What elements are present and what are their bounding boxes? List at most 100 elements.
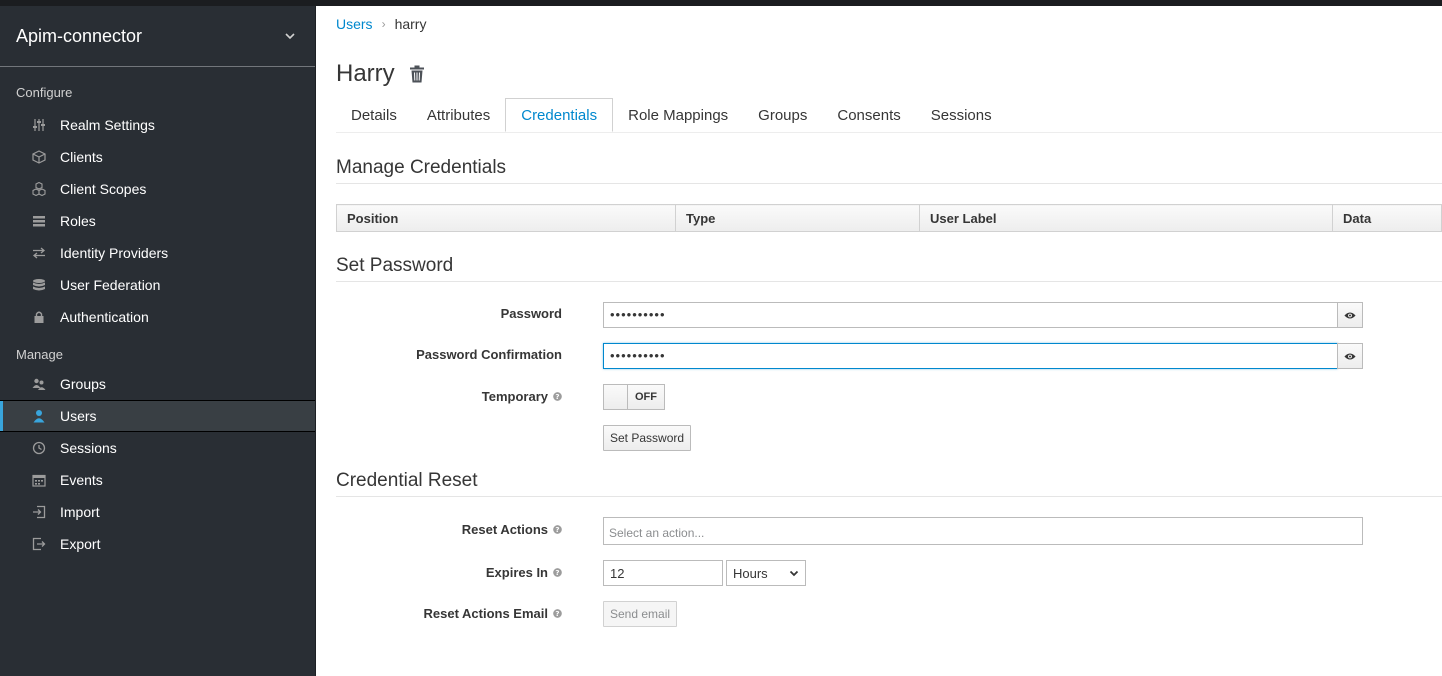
divider <box>336 496 1442 497</box>
set-password-button[interactable]: Set Password <box>603 425 692 451</box>
sidebar-item-events[interactable]: Events <box>0 464 315 496</box>
svg-text:?: ? <box>555 525 559 534</box>
configure-nav: Realm Settings Clients Client Scopes Rol… <box>0 109 315 333</box>
sidebar-item-users[interactable]: Users <box>0 400 315 432</box>
sidebar-item-roles[interactable]: Roles <box>0 205 315 237</box>
calendar-icon <box>32 473 46 487</box>
sidebar-item-label: Import <box>60 504 100 520</box>
help-icon[interactable]: ? <box>553 609 562 618</box>
sidebar-item-label: Roles <box>60 213 96 229</box>
expires-in-label-text: Expires In <box>485 565 548 580</box>
password-confirmation-label: Password Confirmation <box>416 347 562 362</box>
sidebar-item-label: Export <box>60 536 101 552</box>
breadcrumb-separator-icon: › <box>381 17 386 31</box>
sidebar-item-label: User Federation <box>60 277 161 293</box>
column-header-type[interactable]: Type <box>675 204 920 232</box>
sidebar-item-label: Authentication <box>60 309 149 325</box>
database-icon <box>32 278 46 292</box>
toggle-state: OFF <box>628 385 664 409</box>
sidebar-item-label: Users <box>60 408 97 424</box>
user-tabs: Details Attributes Credentials Role Mapp… <box>336 98 1442 133</box>
expires-unit-value: Hours <box>733 565 768 581</box>
cube-icon <box>32 150 46 164</box>
svg-text:?: ? <box>555 609 559 618</box>
trash-icon[interactable] <box>409 65 425 83</box>
reset-actions-select[interactable]: Select an action... <box>603 517 1363 545</box>
chevron-down-icon <box>789 566 799 581</box>
show-password-button[interactable] <box>1337 302 1363 328</box>
manage-section-title: Manage <box>16 347 63 362</box>
help-icon[interactable]: ? <box>553 568 562 577</box>
expires-in-input[interactable]: 12 <box>603 560 723 586</box>
sidebar-item-user-federation[interactable]: User Federation <box>0 269 315 301</box>
configure-section-title: Configure <box>16 85 73 100</box>
export-icon <box>32 537 46 551</box>
sidebar-item-label: Events <box>60 472 103 488</box>
help-icon[interactable]: ? <box>553 392 562 401</box>
lock-icon <box>32 310 46 324</box>
tab-sessions[interactable]: Sessions <box>916 98 1007 133</box>
tab-credentials[interactable]: Credentials <box>505 98 614 132</box>
sidebar-item-import[interactable]: Import <box>0 496 315 528</box>
eye-icon <box>1344 353 1356 359</box>
page-header: Harry <box>336 60 425 88</box>
column-header-position[interactable]: Position <box>336 204 676 232</box>
manage-credentials-title: Manage Credentials <box>336 157 507 178</box>
sidebar-item-identity-providers[interactable]: Identity Providers <box>0 237 315 269</box>
toggle-knob <box>604 385 628 409</box>
reset-actions-email-label: Reset Actions Email ? <box>423 606 562 621</box>
tab-details[interactable]: Details <box>336 98 412 133</box>
sidebar-item-label: Realm Settings <box>60 117 155 133</box>
sliders-icon <box>32 118 46 132</box>
manage-nav: Groups Users Sessions Events Import Expo… <box>0 368 315 560</box>
credential-reset-title: Credential Reset <box>336 470 478 491</box>
import-icon <box>32 505 46 519</box>
column-header-user-label[interactable]: User Label <box>919 204 1333 232</box>
sidebar-item-sessions[interactable]: Sessions <box>0 432 315 464</box>
reset-actions-label: Reset Actions ? <box>462 522 562 537</box>
svg-text:?: ? <box>555 568 559 577</box>
tab-attributes[interactable]: Attributes <box>412 98 505 133</box>
page-title: Harry <box>336 60 395 87</box>
reset-actions-label-text: Reset Actions <box>461 522 548 537</box>
password-confirmation-label-text: Password Confirmation <box>416 347 562 362</box>
sidebar-item-label: Sessions <box>60 440 117 456</box>
credentials-table: Position Type User Label Data <box>336 204 1442 232</box>
password-label: Password <box>501 306 562 321</box>
user-icon <box>32 409 46 423</box>
breadcrumb-users-link[interactable]: Users <box>336 16 373 32</box>
divider <box>336 183 1442 184</box>
chevron-down-icon <box>283 29 297 43</box>
password-field[interactable]: •••••••••• <box>603 302 1338 328</box>
sidebar-item-export[interactable]: Export <box>0 528 315 560</box>
realm-name: Apim-connector <box>16 25 143 46</box>
temporary-toggle[interactable]: OFF <box>603 384 665 410</box>
sidebar-item-groups[interactable]: Groups <box>0 368 315 400</box>
set-password-title: Set Password <box>336 255 454 276</box>
realm-selector[interactable]: Apim-connector <box>0 6 315 67</box>
clock-icon <box>32 441 46 455</box>
svg-text:?: ? <box>555 392 559 401</box>
temporary-label-text: Temporary <box>481 389 548 404</box>
password-confirmation-field[interactable]: •••••••••• <box>603 343 1338 369</box>
breadcrumb: Users › harry <box>336 16 426 32</box>
table-header-row: Position Type User Label Data <box>336 204 1442 232</box>
expires-unit-select[interactable]: Hours <box>726 560 806 586</box>
sidebar-item-client-scopes[interactable]: Client Scopes <box>0 173 315 205</box>
users-icon <box>32 377 46 391</box>
send-email-button[interactable]: Send email <box>603 601 678 627</box>
exchange-icon <box>32 246 46 260</box>
show-password-confirmation-button[interactable] <box>1337 343 1363 369</box>
sidebar-item-realm-settings[interactable]: Realm Settings <box>0 109 315 141</box>
tab-role-mappings[interactable]: Role Mappings <box>613 98 743 133</box>
sidebar-item-authentication[interactable]: Authentication <box>0 301 315 333</box>
breadcrumb-current: harry <box>394 16 427 32</box>
sidebar-item-label: Identity Providers <box>60 245 169 261</box>
sidebar-item-clients[interactable]: Clients <box>0 141 315 173</box>
column-header-data[interactable]: Data <box>1332 204 1442 232</box>
tab-consents[interactable]: Consents <box>822 98 915 133</box>
main-content: Users › harry Harry Details Attributes C… <box>316 6 1442 676</box>
help-icon[interactable]: ? <box>553 525 562 534</box>
eye-icon <box>1344 312 1356 318</box>
tab-groups[interactable]: Groups <box>743 98 822 133</box>
